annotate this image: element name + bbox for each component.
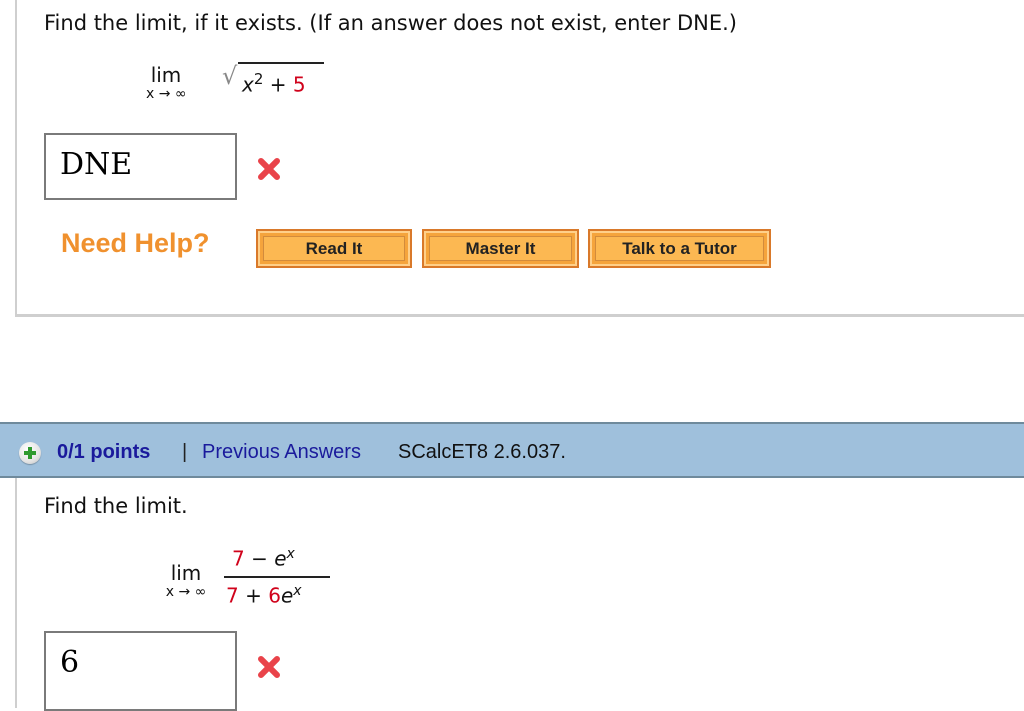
read-it-label: Read It [305,238,363,258]
plus-operator: + [245,583,262,608]
variable-x: x [242,72,254,97]
master-it-button[interactable]: Master It [422,229,579,268]
denominator-constant: 7 [226,583,239,608]
exponent: x [286,546,295,562]
question-reference: SCalcET8 2.6.037. [398,441,566,463]
lim-label: lim [170,561,202,585]
question-1-answer-input[interactable]: DNE [44,133,237,200]
talk-to-tutor-label: Talk to a Tutor [622,238,737,258]
e-term: e [280,583,294,608]
lim-label: lim [150,63,182,87]
lim-subscript: x → ∞ [146,86,187,102]
exponent: x [293,583,302,599]
minus-operator: − [251,546,268,571]
coefficient: 6 [268,583,281,608]
separator: | [182,441,188,463]
question-1-radicand: x2 + 5 [242,70,306,97]
master-it-label: Master It [465,238,536,258]
question-1-limit-operator: lim x → ∞ [146,63,187,102]
numerator-constant: 7 [232,546,245,571]
talk-to-tutor-button[interactable]: Talk to a Tutor [588,229,771,268]
x-mark-icon [258,656,280,678]
need-help-label: Need Help? [61,228,210,258]
question-2-prompt: Find the limit. [44,494,188,518]
question-2-limit-operator: lim x → ∞ [165,562,207,600]
question-2-answer-input[interactable]: 6 [44,631,237,711]
e-term: e [274,546,287,571]
constant-5: 5 [292,72,306,97]
denominator: 7 + 6ex [226,583,302,608]
numerator: 7 − ex [232,546,295,571]
fraction-bar [224,576,330,578]
previous-answers-link[interactable]: Previous Answers [202,441,361,464]
read-it-button[interactable]: Read It [256,229,412,268]
plus-circle-icon[interactable] [19,442,41,464]
square-root-bar [238,62,324,64]
x-mark-icon [258,158,280,180]
question-2-header: 0/1 points | Previous Answers SCalcET8 2… [0,422,1024,478]
plus-operator: + [269,72,287,97]
square-root-icon: √ [222,62,238,90]
lim-subscript: x → ∞ [165,584,207,600]
question-1-prompt: Find the limit, if it exists. (If an ans… [44,11,737,35]
exponent: 2 [253,70,264,88]
points-label: 0/1 points [57,441,151,463]
